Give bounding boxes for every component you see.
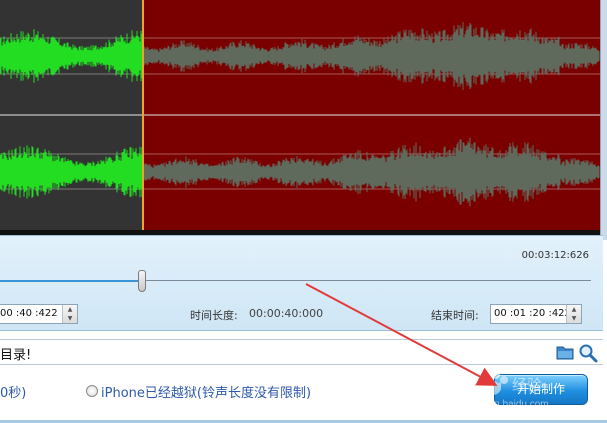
watermark-brand: Baidu — [463, 377, 502, 393]
position-slider-thumb[interactable] — [138, 270, 146, 292]
duration-label: 时间长度: — [190, 309, 238, 322]
end-time-value: 00 :01 :20 :422 — [494, 308, 571, 319]
timeline-panel: 00:03:12:626 00 :40 :422 ▲ ▼ 时间长度: 00:00… — [0, 235, 603, 331]
start-time-stepper[interactable]: 00 :40 :422 ▲ ▼ — [0, 304, 78, 324]
slider-track[interactable] — [143, 280, 591, 281]
watermark-brand-cn: 经验 — [512, 376, 542, 394]
baidu-jingyan-watermark: Baidu 经验 jingyan.baidu.com — [463, 371, 549, 410]
jailbroken-option-label[interactable]: iPhone已经越狱(铃声长度没有限制) — [101, 382, 311, 401]
search-icon[interactable] — [578, 343, 598, 363]
waveform-editor[interactable] — [0, 0, 600, 235]
down-arrow-icon[interactable]: ▼ — [63, 314, 77, 323]
end-time-label: 结束时间: — [431, 309, 479, 322]
window-frame-edge — [600, 0, 607, 240]
end-time-stepper[interactable]: 00 :01 :20 :422 ▲ ▼ — [490, 304, 582, 324]
up-arrow-icon[interactable]: ▲ — [63, 305, 77, 314]
down-arrow-icon[interactable]: ▼ — [567, 314, 581, 323]
output-path-text[interactable]: 目录! — [0, 344, 31, 363]
up-arrow-icon[interactable]: ▲ — [567, 305, 581, 314]
output-path-bar: 目录! — [0, 339, 603, 365]
start-time-value: 00 :40 :422 — [0, 308, 58, 319]
jailbroken-radio[interactable] — [86, 385, 98, 397]
ringtone-maker-window: 00:03:12:626 00 :40 :422 ▲ ▼ 时间长度: 00:00… — [0, 0, 607, 423]
watermark-domain: jingyan.baidu.com — [467, 399, 549, 410]
start-time-stepper-arrows[interactable]: ▲ ▼ — [62, 305, 77, 323]
slider-track-selected[interactable] — [0, 280, 143, 282]
length-limit-option-text[interactable]: 0秒) — [0, 382, 26, 401]
folder-icon[interactable] — [556, 344, 574, 360]
end-time-stepper-arrows[interactable]: ▲ ▼ — [566, 305, 581, 323]
duration-value: 00:00:40:000 — [249, 307, 324, 320]
total-duration-text: 00:03:12:626 — [521, 250, 589, 261]
